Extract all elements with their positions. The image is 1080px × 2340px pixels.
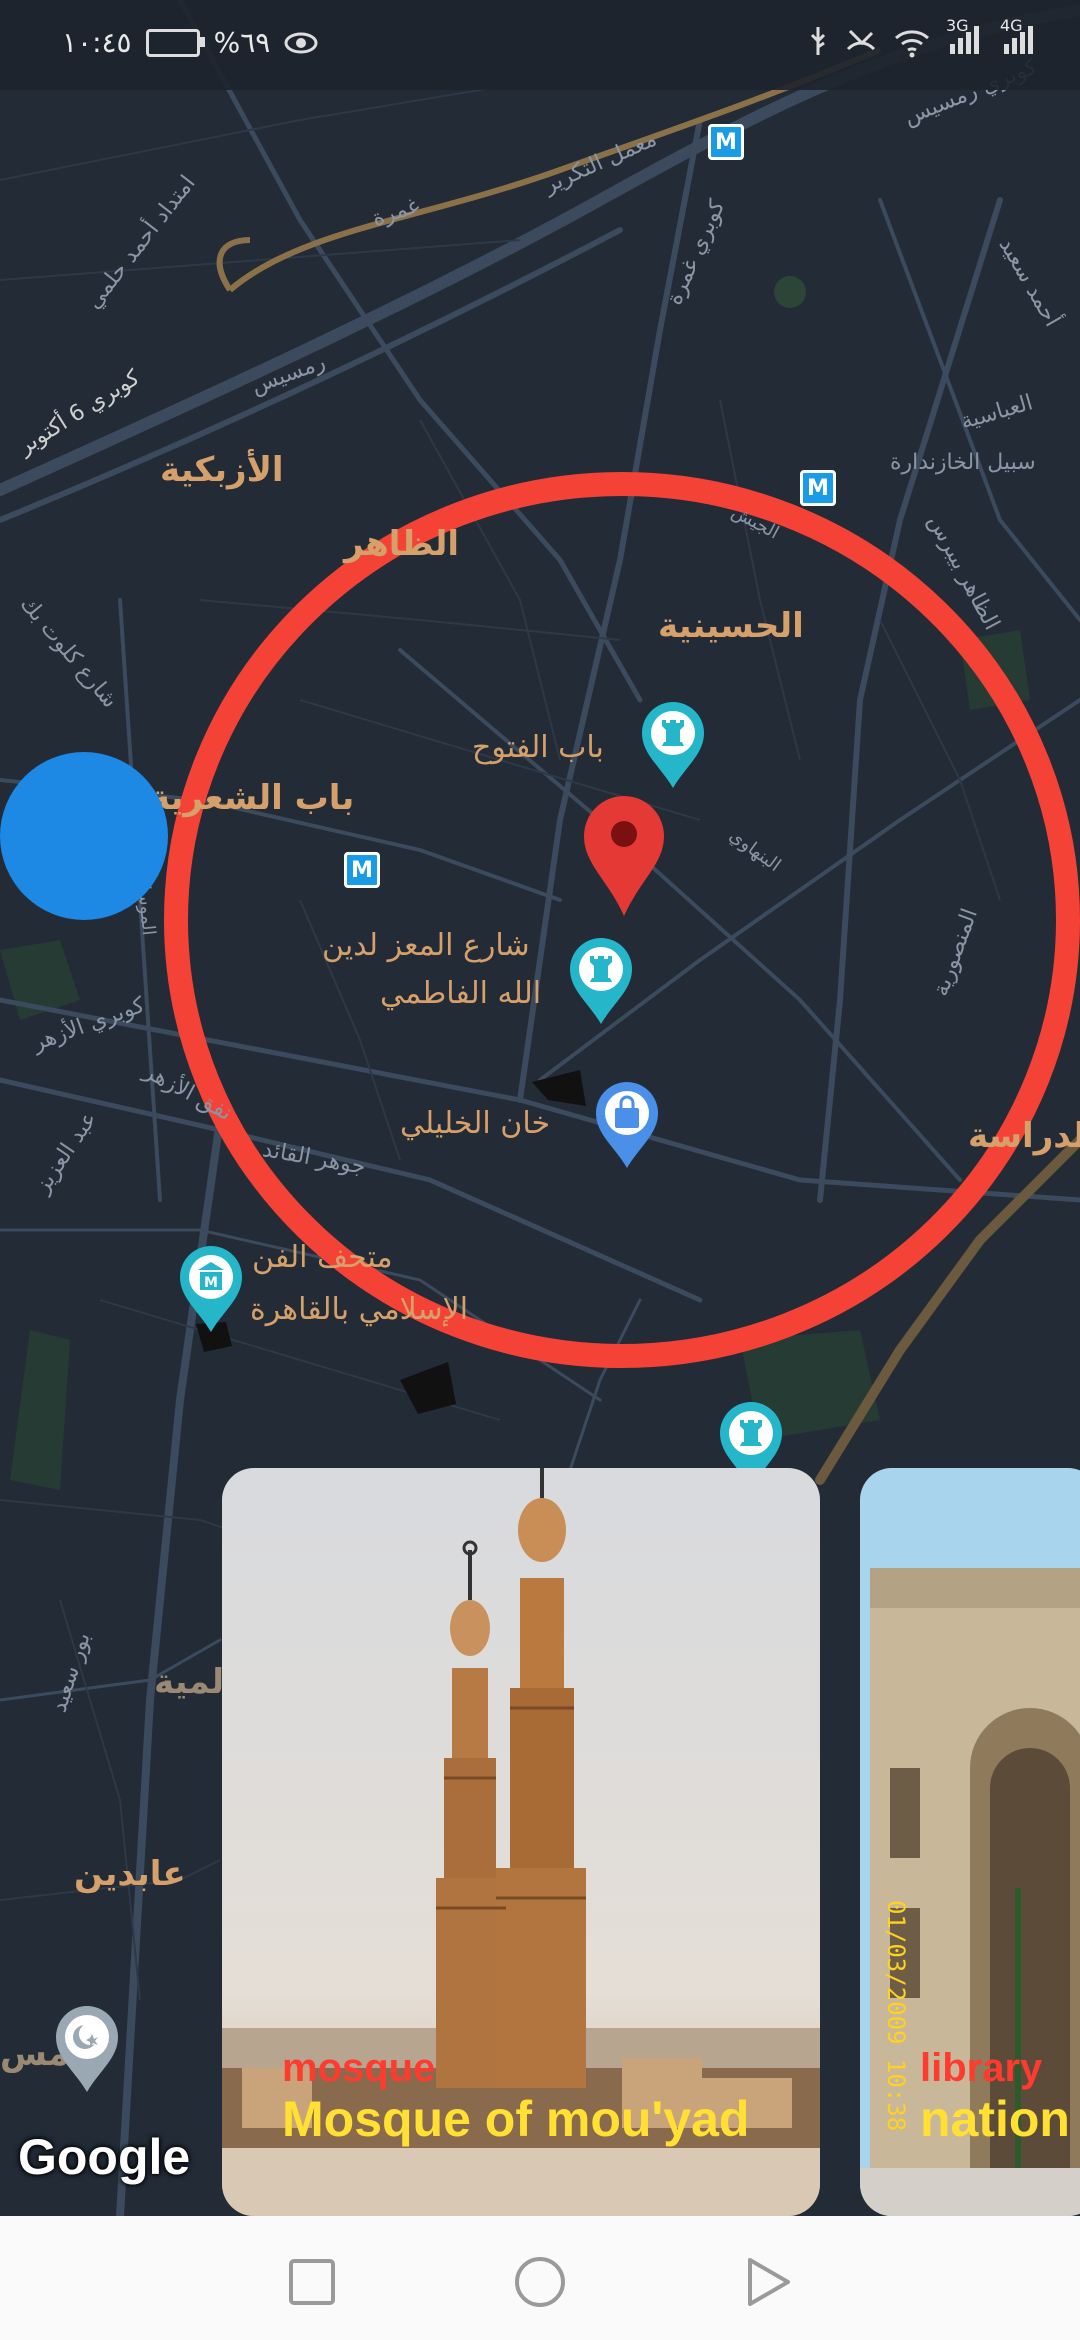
district-label: باب الشعرية [150, 778, 355, 818]
poi-label-moez[interactable]: الله الفاطمي [380, 976, 541, 1011]
district-label: الظاهر [344, 524, 460, 564]
card-title: Mosque of mou'yad [282, 2091, 750, 2147]
user-location-dot[interactable] [0, 752, 168, 920]
poi-label-bab-futuh[interactable]: باب الفتوح [472, 730, 604, 765]
network-type: 4G [1000, 16, 1023, 35]
metro-icon[interactable]: M [344, 852, 380, 888]
mosque-pin-icon[interactable] [54, 2004, 120, 2096]
monument-pin-icon[interactable] [568, 936, 634, 1028]
status-bar: ١٠:٤٥ %٦٩ 3G 4G [0, 0, 1080, 90]
eye-icon [284, 32, 318, 53]
museum-pin-icon[interactable]: M [178, 1244, 244, 1336]
poi-label-museum[interactable]: الإسلامي بالقاهرة [250, 1292, 468, 1327]
photo-timestamp: 01/03/2009 10:38 [882, 1900, 910, 2132]
network-type: 3G [946, 16, 969, 35]
battery-level: %٦٩ [213, 26, 271, 59]
home-icon[interactable] [510, 2252, 570, 2312]
svg-text:M: M [204, 1275, 218, 1291]
back-icon[interactable] [738, 2252, 798, 2312]
clock: ١٠:٤٥ [62, 26, 132, 59]
battery-icon [145, 28, 205, 57]
usb-icon [810, 26, 826, 55]
street-label: سبيل الخازندارة [890, 450, 1036, 475]
poi-label-museum[interactable]: متحف الفن [252, 1240, 393, 1275]
district-label: عابدين [74, 1854, 186, 1894]
card-category: mosque [282, 2046, 436, 2090]
signal-icon: 4G [1000, 16, 1040, 61]
district-label: الأزبكية [160, 450, 284, 490]
monument-pin-icon[interactable] [640, 700, 706, 792]
google-logo: Google [18, 2129, 191, 2185]
map-view[interactable]: الأزبكية الظاهر الحسينية باب الشعرية الد… [0, 0, 1080, 2216]
search-radius-circle [164, 472, 1080, 1368]
missed-call-icon [846, 29, 876, 50]
district-label: لمية [154, 1662, 225, 1702]
red-pin-icon[interactable] [582, 794, 666, 920]
poi-label-khan[interactable]: خان الخليلي [400, 1106, 550, 1141]
district-label: الحسينية [658, 606, 804, 646]
poi-label-moez[interactable]: شارع المعز لدين [322, 928, 530, 963]
metro-icon[interactable]: M [800, 470, 836, 506]
card-title: nation [920, 2091, 1070, 2147]
signal-icon: 3G [946, 16, 986, 61]
shopping-pin-icon[interactable] [594, 1080, 660, 1172]
wifi-icon [895, 29, 929, 57]
card-category: library [920, 2046, 1043, 2090]
district-label: الدراسة [968, 1116, 1080, 1156]
metro-icon[interactable]: M [708, 124, 744, 160]
monument-pin-icon[interactable] [718, 1400, 784, 1470]
navigation-bar [0, 2216, 1080, 2340]
recents-icon[interactable] [282, 2252, 342, 2312]
